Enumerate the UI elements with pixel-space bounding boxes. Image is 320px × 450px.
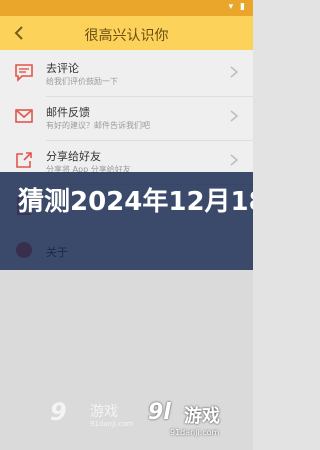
menu-item-title: 邮件反馈: [46, 106, 90, 119]
watermark-right: 9l 游戏 91danji.com: [148, 400, 253, 440]
share-icon: [16, 152, 32, 168]
page-title: 很高兴认识你: [84, 28, 169, 44]
watermark-left: 9 游戏 91danji.com: [50, 398, 150, 432]
chevron-right-icon: [230, 154, 239, 166]
app-bar: 很高兴认识你: [0, 16, 253, 50]
watermark-url: 91danji.com: [90, 420, 134, 428]
menu-item-mail-feedback[interactable]: 邮件反馈 有好的建议？邮件告诉我们吧: [0, 96, 253, 140]
watermark-name: 游戏: [90, 404, 118, 420]
menu-item-subtitle: 有好的建议？邮件告诉我们吧: [46, 121, 150, 130]
chevron-right-icon: [230, 66, 239, 78]
headline-text: 猜测2024年12月18日安: [18, 181, 253, 223]
headline-line: 猜测2024年12月18日安: [18, 187, 253, 217]
comment-icon: [15, 64, 33, 82]
watermark-logo-mark: 9: [50, 398, 67, 426]
chevron-right-icon: [230, 110, 239, 122]
menu-item-title: 去评论: [46, 62, 79, 75]
watermark-name: 游戏: [184, 406, 220, 427]
status-icons: ▾ ▮: [228, 2, 247, 12]
watermark-url: 91danji.com: [170, 428, 220, 437]
watermark-logo-mark: 9l: [148, 400, 171, 425]
status-bar: ▾ ▮: [0, 0, 253, 16]
menu-item-subtitle: 给我们评价鼓励一下: [46, 77, 118, 86]
mail-icon: [15, 109, 33, 123]
menu-item-review[interactable]: 去评论 给我们评价鼓励一下: [0, 52, 253, 96]
menu-item-title: 分享给好友: [46, 150, 101, 163]
